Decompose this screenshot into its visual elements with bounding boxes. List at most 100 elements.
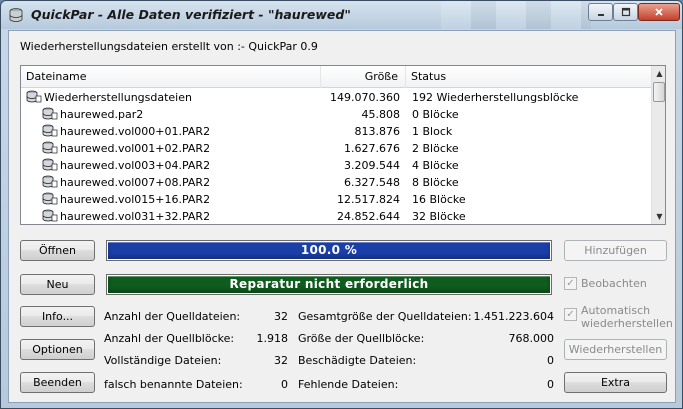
list-item[interactable]: haurewed.vol007+08.PAR2 6.327.548 8 Blöcke [21, 174, 651, 191]
list-header: Dateiname Größe Status [21, 66, 651, 88]
list-item-size: 12.517.824 [337, 193, 400, 206]
watch-checkbox[interactable]: ✓ Beobachten [564, 277, 647, 290]
list-item-size: 45.808 [361, 108, 401, 121]
scroll-up-arrow-icon[interactable]: ▲ [652, 66, 665, 81]
source-files-value: 32 [274, 310, 288, 323]
add-button[interactable]: Hinzufügen [564, 240, 667, 261]
auto-repair-label-line1: Automatisch [581, 304, 651, 317]
close-button[interactable] [638, 3, 680, 21]
complete-files-label: Vollständige Dateien: [104, 354, 222, 367]
misnamed-files-label: falsch benannte Dateien: [104, 378, 243, 391]
info-button[interactable]: Info... [20, 306, 95, 327]
quickpar-window: QuickPar - Alle Daten verifiziert - "hau… [0, 0, 683, 409]
recovery-set-icon [26, 90, 44, 104]
repair-status-bar: Reparatur nicht erforderlich [106, 274, 552, 295]
open-button[interactable]: Öffnen [20, 240, 95, 261]
list-item-filename-text: haurewed.vol000+01.PAR2 [60, 125, 211, 138]
auto-repair-checkbox[interactable]: ✓ Automatisch wiederherstellen [564, 304, 673, 330]
list-item-filename-text: haurewed.par2 [60, 108, 144, 121]
maximize-button[interactable] [613, 3, 638, 21]
list-item[interactable]: haurewed.vol000+01.PAR2 813.876 1 Block [21, 123, 651, 140]
list-scrollbar[interactable]: ▲ ▼ [651, 66, 665, 224]
list-item[interactable]: haurewed.par2 45.808 0 Blöcke [21, 106, 651, 123]
par2-file-icon [42, 175, 60, 189]
window-title: QuickPar - Alle Daten verifiziert - "hau… [31, 7, 351, 22]
quickpar-app-icon [9, 8, 23, 22]
dialog-client-area: Wiederherstellungsdateien erstellt von :… [8, 30, 676, 403]
complete-files-value: 32 [274, 354, 288, 367]
total-size-value: 1.451.223.604 [473, 310, 554, 323]
list-item-filename-text: haurewed.vol031+32.PAR2 [60, 210, 211, 223]
column-header-filename[interactable]: Dateiname [21, 66, 321, 88]
list-item-status: 32 Blöcke [412, 210, 466, 223]
title-bar[interactable]: QuickPar - Alle Daten verifiziert - "hau… [1, 1, 682, 29]
missing-files-label: Fehlende Dateien: [298, 378, 399, 391]
created-by-text: Wiederherstellungsdateien erstellt von :… [20, 40, 318, 53]
list-item-filename: haurewed.vol031+32.PAR2 [42, 208, 211, 224]
source-blocks-value: 1.918 [256, 332, 289, 345]
par2-file-icon [42, 158, 60, 172]
checkbox-checked-icon: ✓ [564, 308, 577, 321]
list-item-filename: haurewed.vol003+04.PAR2 [42, 157, 210, 174]
minimize-button[interactable] [588, 3, 613, 21]
par2-file-icon [42, 192, 60, 206]
scroll-down-arrow-icon[interactable]: ▼ [652, 209, 665, 224]
repair-status-text: Reparatur nicht erforderlich [229, 277, 429, 291]
column-header-status[interactable]: Status [406, 66, 651, 88]
list-item-size: 149.070.360 [330, 91, 400, 104]
background-window-ghost [441, 1, 591, 29]
total-size-label: Gesamtgröße der Quelldateien: [298, 310, 472, 323]
list-item-filename: haurewed.vol000+01.PAR2 [42, 123, 210, 140]
damaged-files-label: Beschädigte Dateien: [298, 354, 417, 367]
recovery-file-list[interactable]: Dateiname Größe Status Wiederherstellung… [20, 65, 666, 225]
list-item-filename-text: haurewed.vol003+04.PAR2 [60, 159, 211, 172]
list-item-status: 8 Blöcke [412, 176, 459, 189]
minimize-icon [597, 14, 604, 16]
list-item-status: 0 Blöcke [412, 108, 459, 121]
options-button[interactable]: Optionen [20, 339, 95, 360]
new-button[interactable]: Neu [20, 274, 95, 295]
list-item-filename-text: Wiederherstellungsdateien [44, 91, 192, 104]
list-item-size: 813.876 [354, 125, 401, 138]
source-files-label: Anzahl der Quelldateien: [104, 310, 241, 323]
repair-button[interactable]: Wiederherstellen [564, 339, 667, 360]
list-item[interactable]: haurewed.vol015+16.PAR2 12.517.824 16 Blöc… [21, 191, 651, 208]
maximize-icon [621, 7, 630, 17]
par2-file-icon [42, 141, 60, 155]
list-item-status: 4 Blöcke [412, 159, 459, 172]
list-item-filename: haurewed.vol007+08.PAR2 [42, 174, 210, 191]
list-item-filename-text: haurewed.vol001+02.PAR2 [60, 142, 211, 155]
list-item-status: 1 Block [412, 125, 453, 138]
par2-file-icon [42, 107, 60, 121]
list-item-size: 24.852.644 [337, 210, 400, 223]
block-size-value: 768.000 [508, 332, 555, 345]
list-item-size: 6.327.548 [344, 176, 400, 189]
list-rows: Wiederherstellungsdateien 149.070.360 192 … [21, 89, 651, 224]
exit-button[interactable]: Beenden [20, 372, 95, 393]
list-item[interactable]: Wiederherstellungsdateien 149.070.360 192 … [21, 89, 651, 106]
list-item-filename: haurewed.vol015+16.PAR2 [42, 191, 210, 208]
verification-progress-text: 100.0 % [300, 243, 358, 257]
auto-repair-label-line2: wiederherstellen [581, 317, 673, 330]
list-item-filename: Wiederherstellungsdateien [26, 89, 192, 106]
column-header-size[interactable]: Größe [321, 66, 406, 88]
list-item-size: 3.209.544 [344, 159, 400, 172]
extra-button[interactable]: Extra [564, 372, 667, 393]
source-blocks-label: Anzahl der Quellblöcke: [104, 332, 235, 345]
block-size-label: Größe der Quellblöcke: [298, 332, 425, 345]
par2-file-icon [42, 124, 60, 138]
checkbox-checked-icon: ✓ [564, 277, 577, 290]
list-item-filename: haurewed.par2 [42, 106, 143, 123]
list-item-status: 192 Wiederherstellungsblöcke [412, 91, 579, 104]
list-item[interactable]: haurewed.vol003+04.PAR2 3.209.544 4 Blöcke [21, 157, 651, 174]
par2-file-icon [42, 209, 60, 223]
list-item[interactable]: haurewed.vol001+02.PAR2 1.627.676 2 Blöcke [21, 140, 651, 157]
damaged-files-value: 0 [547, 354, 554, 367]
missing-files-value: 0 [547, 378, 554, 391]
list-item-filename-text: haurewed.vol007+08.PAR2 [60, 176, 211, 189]
list-item-filename-text: haurewed.vol015+16.PAR2 [60, 193, 211, 206]
verification-progress-bar: 100.0 % [106, 240, 552, 261]
list-item[interactable]: haurewed.vol031+32.PAR2 24.852.644 32 Blöc… [21, 208, 651, 224]
misnamed-files-value: 0 [281, 378, 288, 391]
scroll-thumb[interactable] [653, 82, 665, 102]
